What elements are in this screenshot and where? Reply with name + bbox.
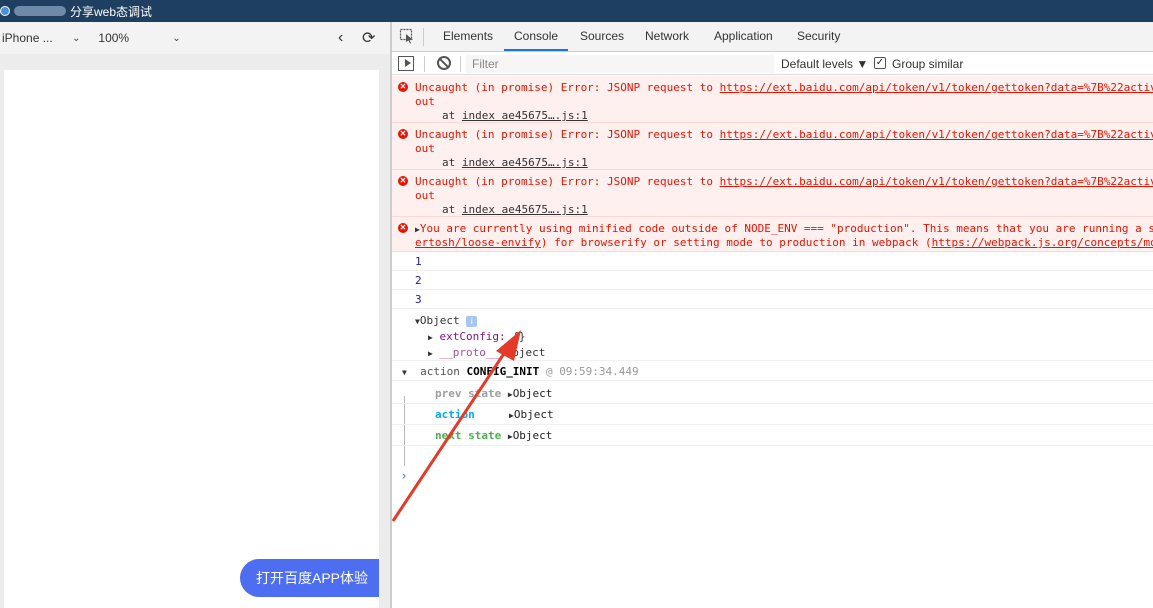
devtools-tabbar: Elements Console Sources Network Applica… [392,22,1153,52]
info-icon: i [466,316,478,327]
expand-triangle-icon[interactable]: ▶ [428,349,433,358]
action-at: @ [545,365,553,378]
log-value: 2 [415,274,422,287]
chevron-down-icon[interactable]: ⌄ [72,33,80,44]
error-text: Uncaught (in promise) Error: JSONP reque… [415,81,720,94]
action-name: CONFIG_INIT [466,365,540,378]
action-group-header[interactable]: ▼ action CONFIG_INIT @ 09:59:34.449 [392,361,1153,381]
proto-value: Object [505,346,546,359]
log-row: 2 [392,271,1153,290]
prev-state-value[interactable]: Object [513,387,553,400]
tab-security[interactable]: Security [797,29,840,43]
zoom-select[interactable]: 100% [98,31,148,45]
log-value: 1 [415,255,422,268]
tab-elements[interactable]: Elements [443,29,493,43]
tab-network[interactable]: Network [645,29,689,43]
collapse-triangle-icon[interactable]: ▼ [402,368,407,377]
device-select[interactable]: iPhone ... [2,31,60,45]
device-pane: 打开百度APP体验 [0,54,390,608]
log-row: 1 [392,252,1153,271]
error-wrap-text: out [415,95,435,108]
error-icon: ✕ [398,176,408,186]
error-text: Uncaught (in promise) Error: JSONP reque… [415,128,720,141]
action-row: action ▶Object [392,404,1153,425]
error-text: Uncaught (in promise) Error: JSONP reque… [415,175,720,188]
open-app-button[interactable]: 打开百度APP体验 [240,559,379,597]
tab-divider [423,28,424,46]
toolbar-divider [424,56,425,72]
prev-state-label: prev state [435,387,502,400]
redacted-title [14,6,66,16]
clear-console-icon[interactable] [437,56,451,70]
console-error: ✕ Uncaught (in promise) Error: JSONP req… [392,76,1153,123]
source-link[interactable]: index ae45675….js:1 [462,156,588,169]
default-levels-dropdown[interactable]: Default levels ▼ [781,57,868,71]
rotate-icon[interactable]: ⟳ [362,28,375,48]
source-link[interactable]: index ae45675….js:1 [462,203,588,216]
active-tab-indicator [504,49,568,51]
next-state-label: next state [435,429,502,442]
group-similar-label: Group similar [892,57,964,71]
action-value[interactable]: Object [514,408,554,421]
tab-console[interactable]: Console [514,29,558,43]
proto-key[interactable]: __proto__: [439,346,505,359]
sidebar-toggle-icon[interactable] [398,56,414,71]
window-title: 分享web态调试 [70,4,153,19]
error-url-link[interactable]: https://ext.baidu.com/api/token/v1/token… [720,81,1153,94]
tab-application[interactable]: Application [714,29,773,43]
console-error: ✕ Uncaught (in promise) Error: JSONP req… [392,170,1153,217]
toolbar-divider [460,56,461,72]
error-icon: ✕ [398,82,408,92]
source-link[interactable]: index ae45675….js:1 [462,109,588,122]
log-row: 3 [392,290,1153,309]
error-wrap-text: out [415,189,435,202]
next-state-value[interactable]: Object [513,429,553,442]
console-warning-error: ✕ ▶You are currently using minified code… [392,217,1153,252]
group-similar-checkbox[interactable]: ✓ [874,57,886,69]
extconfig-key[interactable]: extConfig: [439,330,505,343]
error-icon: ✕ [398,129,408,139]
devtools-panel: Elements Console Sources Network Applica… [392,22,1153,608]
stack-at: at [442,203,462,216]
action-time: 09:59:34.449 [559,365,639,378]
device-toolbar: iPhone ... ⌄ 100% ⌄ ‹ ⟳ [0,22,390,54]
page-viewport[interactable]: 打开百度APP体验 [4,70,379,608]
webpack-link[interactable]: https://webpack.js.org/concepts/mo [932,236,1153,249]
action-label: action [420,365,460,378]
console-prompt[interactable]: › [400,469,408,484]
warning-mid-text: ) for browserify or setting mode to prod… [540,236,932,249]
app-root: 分享web态调试 iPhone ... ⌄ 100% ⌄ ‹ ⟳ 打开百度APP… [0,0,1153,608]
stack-at: at [442,156,462,169]
object-log: ▼Object i ▶ extConfig: {} ▶ __proto__:Ob… [392,309,1153,361]
object-label[interactable]: Object [420,314,460,327]
stack-at: at [442,109,462,122]
title-bar: 分享web态调试 [0,0,1153,22]
log-value: 3 [415,293,422,306]
console-error: ✕ Uncaught (in promise) Error: JSONP req… [392,123,1153,170]
error-url-link[interactable]: https://ext.baidu.com/api/token/v1/token… [720,175,1153,188]
error-url-link[interactable]: https://ext.baidu.com/api/token/v1/token… [720,128,1153,141]
prev-state-row: prev state ▶Object [392,383,1153,404]
error-wrap-text: out [415,142,435,155]
inspect-element-icon[interactable] [399,28,415,44]
action-key-label: action [435,408,475,421]
chevron-down-icon[interactable]: ⌄ [172,33,180,44]
expand-triangle-icon[interactable]: ▶ [428,333,433,342]
tab-sources[interactable]: Sources [580,29,624,43]
error-icon: ✕ [398,223,408,233]
back-icon[interactable]: ‹ [338,29,343,47]
next-state-row: next state ▶Object [392,425,1153,446]
filter-input[interactable] [466,55,774,73]
extconfig-value: {} [512,330,526,343]
app-icon [0,6,10,16]
minified-warning-text: You are currently using minified code ou… [419,222,1153,235]
loose-envify-link[interactable]: ertosh/loose-envify [415,236,541,249]
console-filter-bar: Default levels ▼ ✓ Group similar [392,53,1153,75]
console-output: ✕ Uncaught (in promise) Error: JSONP req… [392,76,1153,608]
